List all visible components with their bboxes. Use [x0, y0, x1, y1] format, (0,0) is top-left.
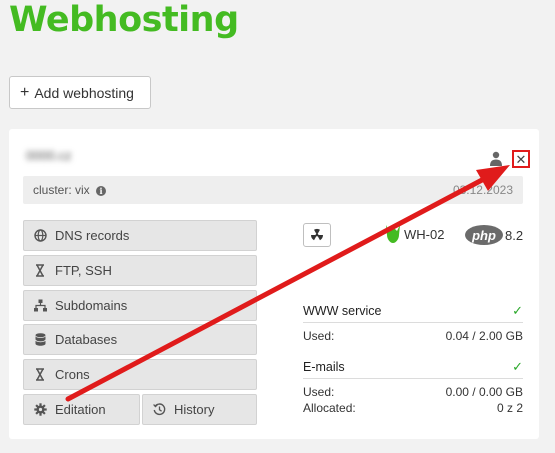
databases-label: Databases: [55, 332, 118, 347]
www-used-row: Used: 0.04 / 2.00 GB: [303, 329, 523, 343]
www-service-title: WWW service: [303, 304, 382, 318]
globe-icon: [33, 229, 47, 243]
www-used-label: Used:: [303, 329, 335, 343]
emails-allocated-label: Allocated:: [303, 401, 356, 415]
history-icon: [152, 403, 166, 417]
webhosting-card: 0000.cz ✕ cluster: vix i 03.12.2023 DNS …: [9, 129, 539, 439]
server-name: WH-02: [404, 226, 445, 242]
database-icon: [33, 333, 47, 347]
databases-button[interactable]: Databases: [23, 324, 257, 355]
subdomains-label: Subdomains: [55, 298, 128, 313]
cluster-date: 03.12.2023: [452, 183, 513, 197]
emails-section: E-mails ✓ Used: 0.00 / 0.00 GB Allocated…: [303, 356, 523, 415]
hourglass-icon: [33, 368, 47, 382]
ftp-ssh-label: FTP, SSH: [55, 263, 112, 278]
history-button[interactable]: History: [142, 394, 257, 425]
history-label: History: [174, 402, 215, 417]
close-icon[interactable]: ✕: [512, 150, 530, 168]
emails-used-value: 0.00 / 0.00 GB: [445, 385, 523, 399]
editation-label: Editation: [55, 402, 106, 417]
server-badge: WH-02: [385, 225, 444, 243]
emails-used-label: Used:: [303, 385, 335, 399]
crons-label: Crons: [55, 367, 90, 382]
emails-title: E-mails: [303, 360, 345, 374]
emails-used-row: Used: 0.00 / 0.00 GB: [303, 385, 523, 399]
ftp-ssh-button[interactable]: FTP, SSH: [23, 255, 257, 286]
add-webhosting-button[interactable]: + Add webhosting: [9, 76, 151, 109]
domain-name[interactable]: 0000.cz: [26, 148, 72, 163]
radiation-button[interactable]: [303, 223, 331, 247]
php-version: 8.2: [505, 227, 524, 243]
gear-icon: [33, 403, 47, 417]
radiation-icon: [311, 228, 323, 241]
cluster-bar: cluster: vix i 03.12.2023: [23, 176, 523, 204]
cluster-label: cluster: vix: [33, 183, 90, 197]
crons-button[interactable]: Crons: [23, 359, 257, 390]
hourglass-icon: [33, 264, 47, 278]
page-title: Webhosting: [9, 0, 239, 40]
plus-icon: +: [20, 83, 30, 101]
server-logo-icon: [386, 225, 400, 243]
subdomains-button[interactable]: Subdomains: [23, 290, 257, 321]
www-service-section: WWW service ✓ Used: 0.04 / 2.00 GB: [303, 300, 523, 343]
user-icon[interactable]: [489, 151, 503, 166]
check-icon: ✓: [512, 359, 523, 374]
dns-records-button[interactable]: DNS records: [23, 220, 257, 251]
add-webhosting-label: Add webhosting: [34, 84, 134, 101]
dns-records-label: DNS records: [55, 228, 130, 243]
cluster-info: cluster: vix i: [33, 183, 107, 197]
info-icon[interactable]: i: [96, 185, 107, 196]
check-icon: ✓: [512, 303, 523, 318]
emails-allocated-row: Allocated: 0 z 2: [303, 401, 523, 415]
emails-allocated-value: 0 z 2: [496, 401, 523, 415]
php-logo: php: [465, 225, 503, 245]
www-used-value: 0.04 / 2.00 GB: [445, 329, 523, 343]
php-badge: php 8.2: [465, 225, 523, 245]
editation-button[interactable]: Editation: [23, 394, 140, 425]
sitemap-icon: [33, 299, 47, 313]
